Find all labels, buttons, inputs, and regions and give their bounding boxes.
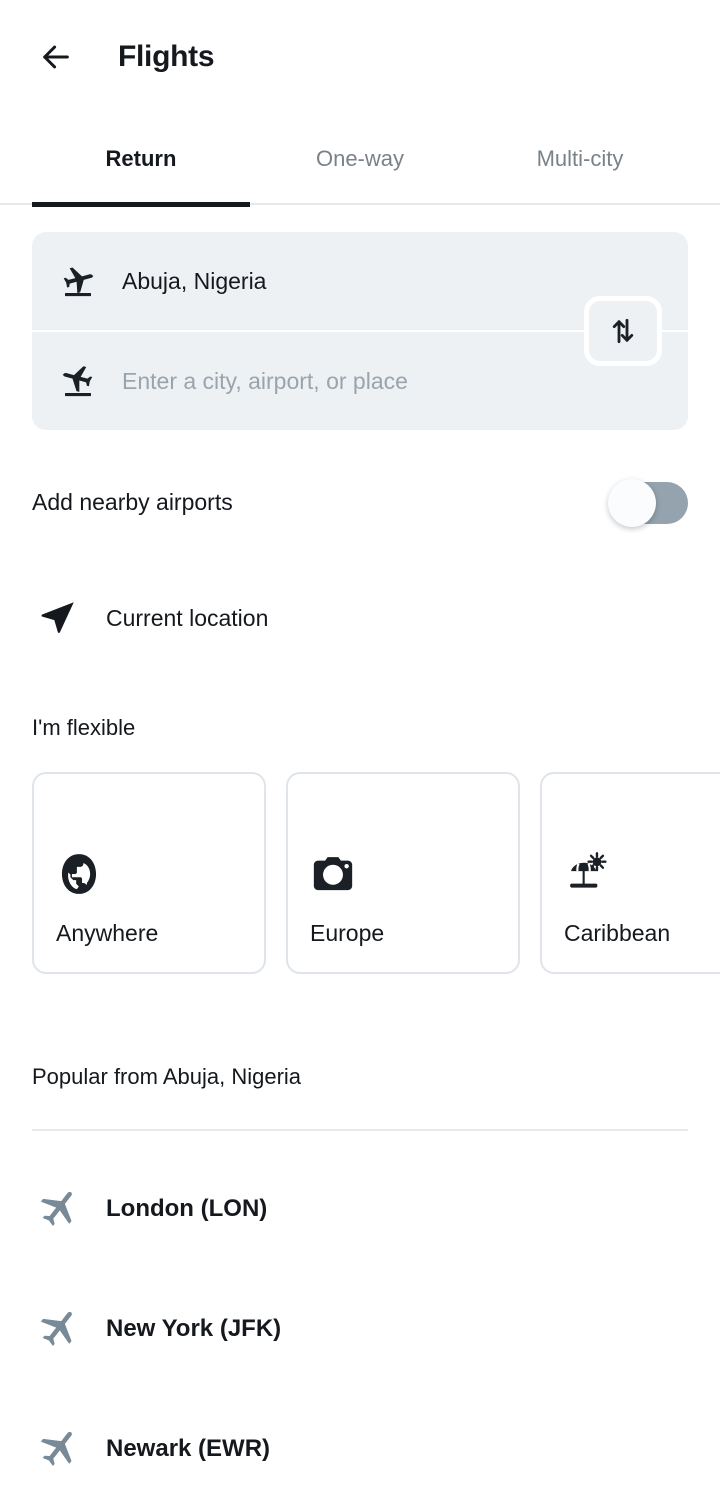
page-title: Flights	[118, 39, 215, 73]
swap-vertical-icon	[612, 318, 634, 344]
current-location-button[interactable]: Current location	[32, 590, 432, 646]
flights-search-screen: Flights Return One-way Multi-city Abuja,…	[0, 0, 720, 1507]
tab-return[interactable]: Return	[32, 113, 250, 207]
add-nearby-airports-toggle[interactable]	[608, 478, 688, 527]
list-item-label: London (LON)	[106, 1195, 268, 1222]
list-item-label: Newark (EWR)	[106, 1435, 271, 1462]
list-item[interactable]: New York (JFK)	[0, 1269, 720, 1389]
list-item-label: New York (JFK)	[106, 1315, 282, 1342]
globe-icon	[56, 848, 112, 900]
flexible-card-europe-label: Europe	[310, 920, 385, 946]
tab-active-underline	[32, 202, 250, 207]
popular-destinations-list: London (LON) New York (JFK) Newark (EWR)	[0, 1149, 720, 1507]
app-header: Flights	[0, 0, 720, 113]
flexible-card-anywhere-label: Anywhere	[56, 920, 159, 946]
airplane-icon	[32, 1303, 84, 1355]
flexible-card-caribbean-label: Caribbean	[564, 920, 671, 946]
flexible-card-europe[interactable]: Europe	[286, 772, 520, 974]
flexible-section-title: I'm flexible	[32, 715, 136, 740]
tab-one-way[interactable]: One-way	[260, 113, 460, 205]
flexible-cards-carousel[interactable]: Anywhere Europe Caribbean	[32, 772, 720, 974]
back-button[interactable]	[28, 29, 84, 85]
flexible-card-caribbean[interactable]: Caribbean	[540, 772, 720, 974]
tab-one-way-label: One-way	[315, 146, 405, 171]
add-nearby-airports-row: Add nearby airports	[32, 475, 688, 530]
popular-section-title: Popular from Abuja, Nigeria	[32, 1064, 302, 1089]
tab-multi-city[interactable]: Multi-city	[480, 113, 680, 205]
current-location-label: Current location	[106, 604, 269, 631]
tab-multi-city-label: Multi-city	[536, 146, 624, 171]
beach-umbrella-icon	[564, 848, 620, 900]
airplane-icon	[32, 1183, 84, 1235]
arrow-left-icon	[43, 45, 69, 68]
destination-input[interactable]: Enter a city, airport, or place	[122, 368, 408, 395]
add-nearby-airports-label: Add nearby airports	[32, 489, 233, 515]
list-item[interactable]: London (LON)	[0, 1149, 720, 1269]
popular-section-divider	[32, 1129, 688, 1131]
flight-takeoff-icon	[56, 261, 100, 301]
origin-value: Abuja, Nigeria	[122, 267, 267, 294]
camera-icon	[310, 848, 366, 900]
flight-land-icon	[56, 361, 100, 401]
airplane-icon	[32, 1423, 84, 1475]
tab-return-label: Return	[105, 146, 177, 171]
navigation-arrow-icon	[32, 596, 84, 640]
toggle-knob	[608, 478, 656, 527]
list-item[interactable]: Newark (EWR)	[0, 1389, 720, 1507]
trip-type-tabs: Return One-way Multi-city	[0, 113, 720, 207]
flexible-card-anywhere[interactable]: Anywhere	[32, 772, 266, 974]
swap-origin-destination-button[interactable]	[584, 296, 662, 366]
